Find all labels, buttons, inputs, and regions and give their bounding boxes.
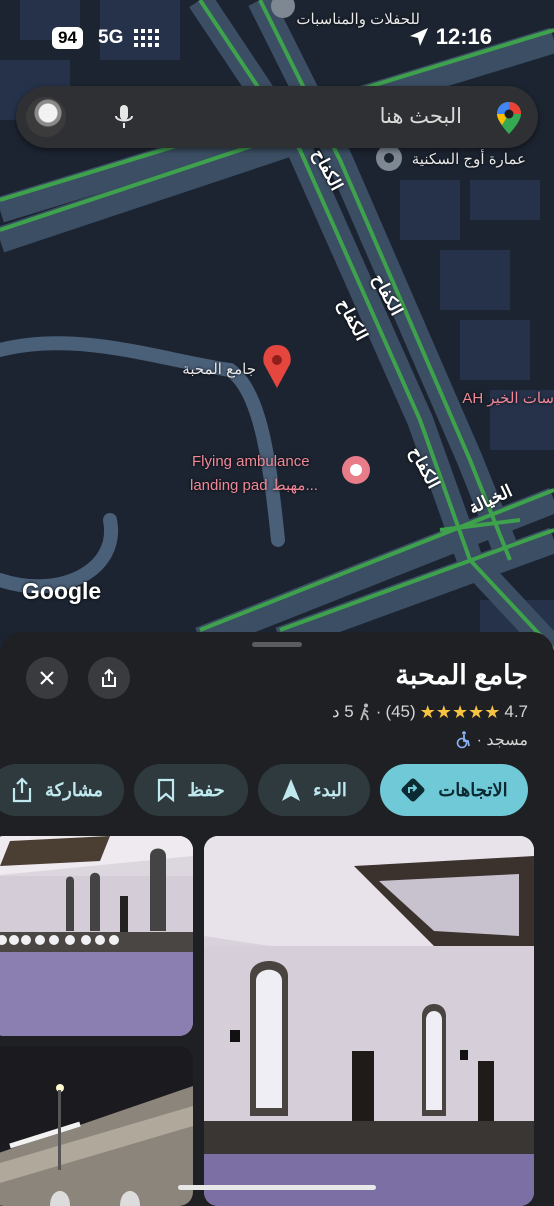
directions-label: الاتجاهات — [438, 779, 508, 800]
mosque-prayer-image — [0, 836, 193, 1036]
navigation-arrow-icon — [282, 779, 301, 801]
sheet-drag-handle[interactable] — [252, 642, 302, 647]
mic-icon[interactable] — [112, 104, 136, 130]
network-label: 5G — [98, 27, 124, 48]
close-button[interactable] — [26, 657, 68, 699]
status-bar: 94 5G 12:16 — [0, 0, 554, 72]
bookmark-icon — [158, 778, 175, 802]
search-bar[interactable]: البحث هنا — [16, 86, 538, 148]
google-maps-pin-icon — [497, 102, 521, 134]
share-header-button[interactable] — [88, 657, 130, 699]
map-label-khair[interactable]: سات الخير AH — [462, 389, 554, 407]
wheelchair-icon — [456, 731, 470, 749]
map-label-residence[interactable]: عمارة أوج السكنية — [412, 150, 526, 168]
photo-mosque-interior-large[interactable] — [204, 836, 534, 1206]
start-button[interactable]: البدء — [258, 764, 370, 816]
category-row: مسجد · — [455, 730, 528, 750]
walk-time: 5 د — [332, 702, 354, 721]
save-button[interactable]: حفظ — [134, 764, 248, 816]
star-rating: ★★★★★ — [419, 701, 501, 722]
map-label-ambulance-2[interactable]: landing pad مهبط... — [190, 476, 318, 494]
start-label: البدء — [313, 779, 347, 800]
share-label: مشاركة — [44, 779, 104, 800]
share-icon — [12, 777, 32, 803]
clock: 12:16 — [435, 24, 492, 49]
category-label: مسجد · — [476, 732, 528, 749]
save-label: حفظ — [187, 779, 225, 800]
rating-value: 4.7 — [504, 702, 528, 721]
walking-icon — [359, 703, 369, 721]
place-sheet[interactable]: جامع المحبة 5 د · (45) ★★★★★ 4.7 مسجد · … — [0, 632, 554, 1206]
directions-button[interactable]: الاتجاهات — [380, 764, 528, 816]
separator: · — [375, 702, 382, 721]
place-title: جامع المحبة — [395, 660, 528, 690]
search-input[interactable]: البحث هنا — [380, 104, 462, 129]
battery-badge: 94 — [52, 27, 83, 49]
signal-icon — [134, 29, 159, 47]
google-attribution: Google — [22, 578, 102, 604]
photo-mosque-prayer[interactable] — [0, 836, 193, 1036]
map-label-mosque[interactable]: جامع المحبة — [182, 360, 256, 378]
photo-mosque-sign-night[interactable] — [0, 1046, 193, 1206]
close-icon — [40, 671, 54, 685]
review-count[interactable]: (45) — [385, 702, 415, 722]
rating-row[interactable]: 5 د · (45) ★★★★★ 4.7 — [332, 700, 528, 724]
map-label-ambulance-1[interactable]: Flying ambulance — [192, 453, 310, 470]
location-arrow-icon — [410, 28, 428, 46]
share-icon — [102, 668, 116, 687]
avatar[interactable] — [26, 97, 66, 137]
share-button[interactable]: مشاركة — [0, 764, 124, 816]
directions-icon — [401, 778, 425, 802]
mosque-sign-image — [0, 1046, 193, 1206]
home-indicator[interactable] — [178, 1185, 376, 1190]
mosque-interior-image — [204, 836, 534, 1206]
